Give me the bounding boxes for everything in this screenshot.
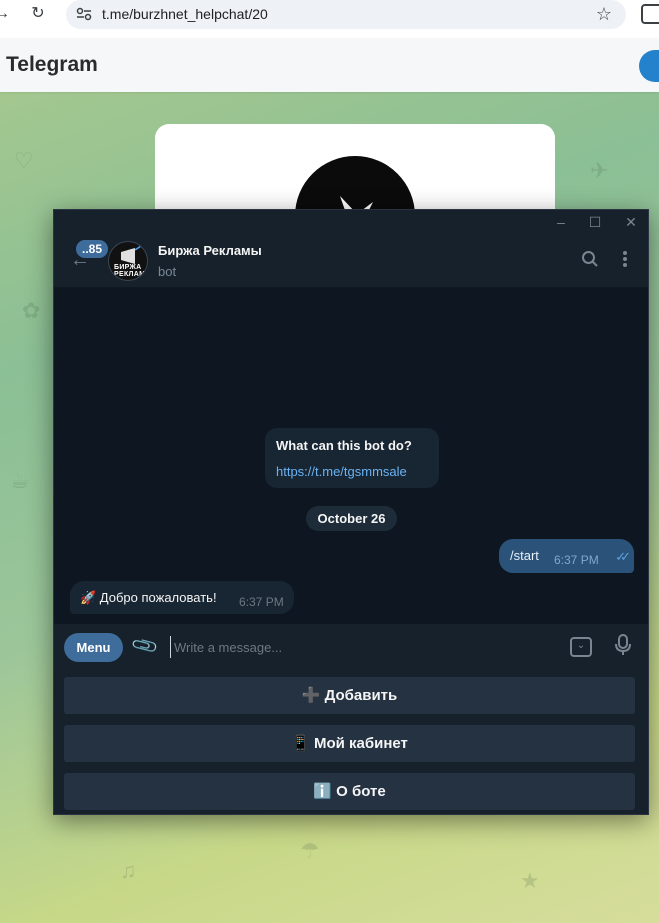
doodle-icon: ✿ xyxy=(22,298,41,323)
message-composer: Menu 📎 ⌄ xyxy=(54,624,648,672)
message-input[interactable] xyxy=(170,636,550,658)
address-bar[interactable]: t.me/burzhnet_helpchat/20 ☆ xyxy=(66,0,626,29)
message-time: 6:37 PM xyxy=(239,595,284,609)
intro-link[interactable]: https://t.me/tgsmmsale xyxy=(276,464,407,479)
maximize-button[interactable]: ☐ xyxy=(582,212,608,232)
site-settings-icon[interactable] xyxy=(76,7,92,21)
doodle-icon: ♫ xyxy=(120,858,137,883)
unread-badge: ..85 xyxy=(76,240,109,258)
chat-status: bot xyxy=(158,264,177,279)
browser-toolbar: → ↻ t.me/burzhnet_helpchat/20 ☆ xyxy=(0,0,659,30)
extensions-icon[interactable] xyxy=(641,4,659,24)
arrow-back-icon[interactable]: → xyxy=(0,4,12,24)
outgoing-message[interactable]: /start 6:37 PM ✓✓ xyxy=(499,539,634,573)
close-button[interactable]: ✕ xyxy=(618,212,644,232)
add-button[interactable]: ➕ Добавить xyxy=(64,677,635,714)
more-options-icon[interactable] xyxy=(622,250,628,273)
keyboard-toggle-icon[interactable]: ⌄ xyxy=(570,637,592,657)
doodle-icon: ☂ xyxy=(300,838,320,863)
incoming-message[interactable]: 🚀 Добро пожаловать! 6:37 PM xyxy=(70,581,294,614)
page-title[interactable]: Telegram xyxy=(6,53,98,77)
date-separator: October 26 xyxy=(306,506,397,531)
avatar[interactable]: БИРЖА РЕКЛАМЫ xyxy=(108,241,148,281)
reload-icon[interactable]: ↻ xyxy=(28,4,48,24)
star-icon[interactable]: ☆ xyxy=(596,4,612,25)
message-text: 🚀 Добро пожаловать! xyxy=(80,590,217,605)
window-titlebar: – ☐ ✕ xyxy=(54,210,648,234)
message-time: 6:37 PM xyxy=(554,553,599,567)
bot-reply-keyboard: ➕ Добавить 📱 Мой кабинет ℹ️ О боте xyxy=(54,672,648,814)
minimize-button[interactable]: – xyxy=(548,212,574,232)
doodle-icon: ♡ xyxy=(14,148,34,173)
open-app-button[interactable] xyxy=(639,50,659,82)
url-text[interactable]: t.me/burzhnet_helpchat/20 xyxy=(102,6,268,22)
intro-title: What can this bot do? xyxy=(276,438,412,453)
read-check-icon: ✓✓ xyxy=(615,549,631,564)
bot-intro-bubble: What can this bot do? https://t.me/tgsmm… xyxy=(265,428,439,488)
attach-icon[interactable]: 📎 xyxy=(130,631,160,661)
message-list[interactable]: What can this bot do? https://t.me/tgsmm… xyxy=(54,288,648,624)
message-text: /start xyxy=(510,548,539,563)
avatar-text: БИРЖА РЕКЛАМЫ xyxy=(114,264,147,278)
menu-button[interactable]: Menu xyxy=(64,633,123,662)
search-icon[interactable] xyxy=(581,250,599,273)
about-bot-button[interactable]: ℹ️ О боте xyxy=(64,773,635,810)
doodle-icon: ☕ xyxy=(10,468,30,493)
doodle-icon: ✈ xyxy=(590,158,609,183)
chat-name[interactable]: Биржа Рекламы xyxy=(158,243,262,258)
telegram-window: – ☐ ✕ ← ..85 БИРЖА РЕКЛАМЫ Биржа Рекламы… xyxy=(53,209,649,815)
chat-header: ← ..85 БИРЖА РЕКЛАМЫ Биржа Рекламы bot xyxy=(54,234,648,288)
my-account-button[interactable]: 📱 Мой кабинет xyxy=(64,725,635,762)
page-header: Telegram xyxy=(0,38,659,92)
doodle-icon: ★ xyxy=(520,868,540,893)
microphone-icon[interactable] xyxy=(615,634,631,662)
